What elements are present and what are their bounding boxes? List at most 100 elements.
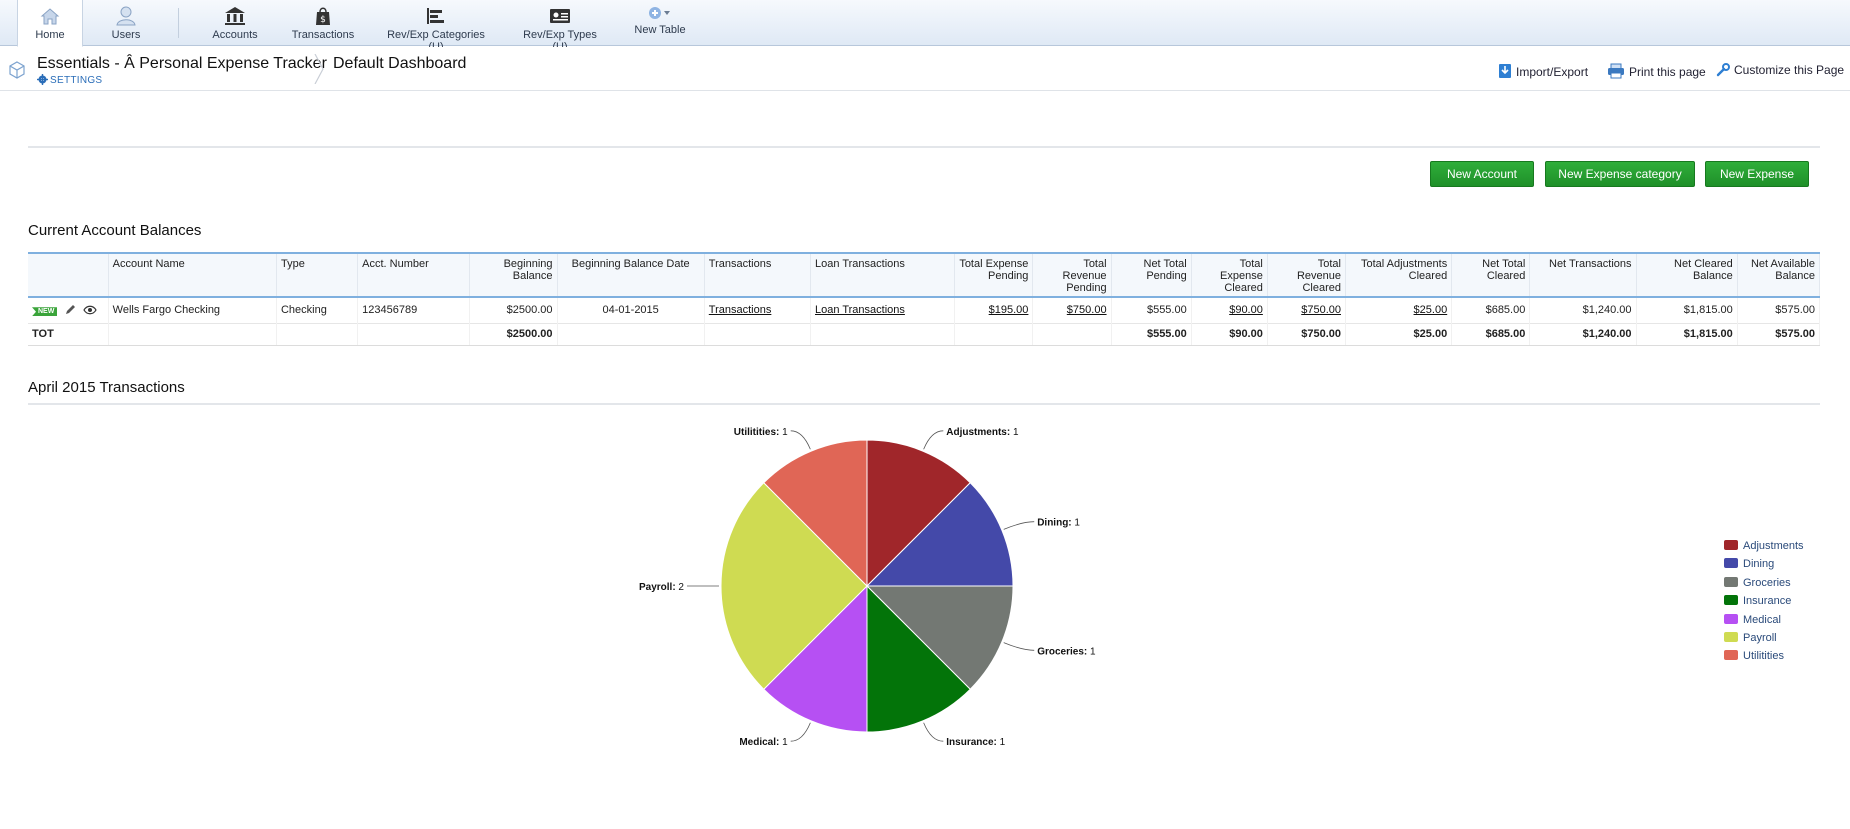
total-revenue-cleared: $750.00 <box>1267 323 1347 346</box>
pie-data-label: Medical: 1 <box>739 737 788 748</box>
nav-home[interactable]: Home <box>17 0 83 47</box>
total-revenue-cleared-link[interactable]: $750.00 <box>1301 304 1341 316</box>
total-net-transactions: $1,240.00 <box>1529 323 1637 346</box>
pie-data-label: Insurance: 1 <box>946 737 1005 748</box>
nav-transactions[interactable]: $ Transactions <box>287 0 359 46</box>
total-adjustments-cleared-link[interactable]: $25.00 <box>1414 304 1448 316</box>
col-net-transactions[interactable]: Net Transactions <box>1529 253 1637 297</box>
col-account-name[interactable]: Account Name <box>108 253 277 297</box>
new-badge: NEW <box>32 307 58 317</box>
col-total-adjustments-cleared[interactable]: Total Adjustments Cleared <box>1345 253 1453 297</box>
nav-revexp-categories[interactable]: Rev/Exp Categories (U) <box>380 0 492 53</box>
legend-item[interactable]: Payroll <box>1724 631 1804 650</box>
nav-revexp-types[interactable]: Rev/Exp Types (U) <box>515 0 605 53</box>
pie-data-label: Utilitities: 1 <box>734 427 788 438</box>
new-expense-category-button[interactable]: New Expense category <box>1545 161 1695 187</box>
col-acct-number[interactable]: Acct. Number <box>357 253 471 297</box>
nav-accounts[interactable]: Accounts <box>205 0 265 46</box>
legend-swatch <box>1724 613 1738 624</box>
legend-swatch <box>1724 595 1738 606</box>
legend-label: Insurance <box>1743 595 1792 608</box>
total-expense-cleared: $90.00 <box>1191 323 1268 346</box>
col-total-revenue-pending[interactable]: Total Revenue Pending <box>1032 253 1112 297</box>
col-type[interactable]: Type <box>276 253 359 297</box>
col-net-cleared-balance[interactable]: Net Cleared Balance <box>1636 253 1738 297</box>
legend-item[interactable]: Utilitities <box>1724 650 1804 668</box>
import-export-link[interactable]: Import/Export <box>1498 63 1588 79</box>
legend-item[interactable]: Adjustments <box>1724 540 1804 558</box>
loan-transactions-link[interactable]: Loan Transactions <box>810 297 956 323</box>
eye-icon[interactable] <box>83 304 98 316</box>
printer-icon <box>1608 63 1624 79</box>
nav-users[interactable]: Users <box>96 0 156 46</box>
col-total-expense-pending[interactable]: Total Expense Pending <box>954 253 1034 297</box>
total-empty-cell <box>357 323 471 346</box>
pencil-icon[interactable] <box>64 303 77 316</box>
col-beginning-balance-date[interactable]: Beginning Balance Date <box>557 253 705 297</box>
total-net-total-pending: $555.00 <box>1111 323 1192 346</box>
cell-type: Checking <box>276 297 359 323</box>
cell-total-revenue-cleared[interactable]: $750.00 <box>1267 297 1347 323</box>
nav-new-table[interactable]: New Table <box>632 0 688 46</box>
col-transactions[interactable]: Transactions <box>704 253 812 297</box>
shopping-bag-icon: $ <box>316 7 330 25</box>
pie-label-connector <box>790 722 811 742</box>
cell-net-transactions: $1,240.00 <box>1529 297 1637 323</box>
print-page-link[interactable]: Print this page <box>1607 63 1706 79</box>
legend-label: Payroll <box>1743 631 1777 644</box>
new-expense-button[interactable]: New Expense <box>1705 161 1809 187</box>
cell-total-adjustments-cleared[interactable]: $25.00 <box>1345 297 1453 323</box>
cell-acct-number: 123456789 <box>357 297 471 323</box>
legend-item[interactable]: Medical <box>1724 613 1804 632</box>
settings-link[interactable]: SETTINGS <box>37 74 102 86</box>
customize-page-link[interactable]: Customize this Page <box>1716 63 1844 77</box>
legend-item[interactable]: Groceries <box>1724 576 1804 595</box>
breadcrumb-separator <box>314 54 324 84</box>
total-empty-cell <box>108 323 277 346</box>
cell-beginning-balance: $2500.00 <box>469 297 558 323</box>
pie-data-label: Groceries: 1 <box>1037 646 1096 657</box>
col-net-available-balance[interactable]: Net Available Balance <box>1737 253 1821 297</box>
total-label: TOT <box>28 323 109 346</box>
col-actions <box>28 253 109 297</box>
transactions-link[interactable]: Transactions <box>704 297 812 323</box>
total-empty-cell <box>557 323 705 346</box>
cube-icon <box>9 61 25 79</box>
total-expense-cleared-link[interactable]: $90.00 <box>1229 304 1263 316</box>
section-divider <box>28 403 1820 405</box>
col-total-expense-cleared[interactable]: Total Expense Cleared <box>1191 253 1268 297</box>
total-revenue-pending-link[interactable]: $750.00 <box>1067 304 1107 316</box>
legend-item[interactable]: Insurance <box>1724 595 1804 613</box>
total-empty-cell <box>810 323 956 346</box>
legend-label: Medical <box>1743 613 1781 626</box>
cell-net-total-pending: $555.00 <box>1111 297 1192 323</box>
legend-label: Groceries <box>1743 576 1791 589</box>
legend-label: Dining <box>1743 558 1775 571</box>
nav-transactions-label: Transactions <box>291 29 355 41</box>
cell-total-expense-pending[interactable]: $195.00 <box>954 297 1034 323</box>
new-account-button[interactable]: New Account <box>1430 161 1534 187</box>
loan-transactions-link-label[interactable]: Loan Transactions <box>815 304 905 316</box>
cell-total-expense-cleared[interactable]: $90.00 <box>1191 297 1268 323</box>
settings-label: SETTINGS <box>50 75 103 86</box>
total-beginning-balance: $2500.00 <box>469 323 558 346</box>
total-expense-pending-link[interactable]: $195.00 <box>989 304 1029 316</box>
section-divider <box>28 146 1820 148</box>
pie-label-connector <box>923 430 944 450</box>
col-net-total-cleared[interactable]: Net Total Cleared <box>1451 253 1531 297</box>
col-loan-transactions[interactable]: Loan Transactions <box>810 253 956 297</box>
cell-beginning-balance-date: 04-01-2015 <box>557 297 705 323</box>
cell-total-revenue-pending[interactable]: $750.00 <box>1032 297 1112 323</box>
transactions-link-label[interactable]: Transactions <box>709 304 772 316</box>
total-empty-cell <box>704 323 812 346</box>
legend-item[interactable]: Dining <box>1724 558 1804 576</box>
col-net-total-pending[interactable]: Net Total Pending <box>1111 253 1192 297</box>
categories-icon <box>427 8 444 24</box>
col-total-revenue-cleared[interactable]: Total Revenue Cleared <box>1267 253 1347 297</box>
col-beginning-balance[interactable]: Beginning Balance <box>469 253 558 297</box>
legend-label: Utilitities <box>1743 650 1784 663</box>
account-balances-table: Account Name Type Acct. Number Beginning… <box>28 252 1821 346</box>
cell-net-total-cleared: $685.00 <box>1451 297 1531 323</box>
gear-icon <box>37 74 48 85</box>
total-empty-cell <box>276 323 359 346</box>
